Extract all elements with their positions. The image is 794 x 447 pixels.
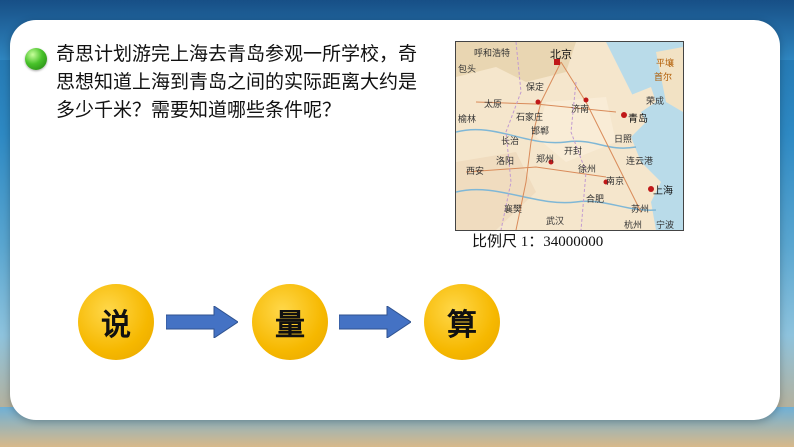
map-label: 保定 (526, 83, 545, 93)
map-label: 太原 (484, 100, 503, 110)
map-label: 武汉 (546, 217, 565, 227)
map-label: 南京 (606, 177, 625, 187)
map-image: 北京 保定 太原 石家庄 济南 青岛 邯郸 长治 郑州 开封 西安 襄樊 武汉 … (455, 41, 684, 231)
step-calculate: 算 (424, 284, 500, 360)
arrow-right-icon (339, 306, 411, 338)
map-label: 连云港 (626, 157, 654, 167)
map-label: 平壤 (656, 59, 675, 69)
step-say: 说 (78, 284, 154, 360)
map-label: 西安 (466, 167, 485, 177)
map-label: 杭州 (624, 221, 643, 231)
arrow-right-icon (166, 306, 238, 338)
question-text: 奇思计划游完上海去青岛参观一所学校，奇思想知道上海到青岛之间的实际距离大约是多少… (56, 43, 418, 121)
map-label: 荣成 (646, 97, 665, 107)
map-label: 日照 (614, 135, 633, 145)
map-scale: 比例尺 1：34000000 (472, 234, 604, 250)
step-measure: 量 (252, 284, 328, 360)
map-label: 邯郸 (531, 127, 550, 137)
map-label: 呼和浩特 (474, 49, 511, 59)
qingdao-marker (621, 112, 627, 118)
map-label: 包头 (458, 65, 477, 75)
map-label: 长治 (501, 137, 520, 147)
map-label: 开封 (564, 147, 583, 157)
map-label: 襄樊 (504, 205, 523, 215)
map-label: 洛阳 (496, 157, 515, 167)
map-label: 北京 (550, 48, 572, 61)
map-label: 首尔 (654, 73, 673, 83)
map-label: 上海 (653, 186, 673, 197)
map-label: 郑州 (536, 155, 555, 165)
green-bullet-icon (25, 48, 47, 70)
map-label: 青岛 (628, 114, 648, 125)
map-label: 榆林 (458, 115, 477, 125)
map-label: 宁波 (656, 221, 675, 231)
map-label: 徐州 (578, 165, 597, 175)
map-label: 苏州 (631, 205, 650, 215)
map-label: 合肥 (586, 195, 605, 205)
map-label: 石家庄 (516, 113, 544, 123)
map-label: 济南 (571, 105, 590, 115)
